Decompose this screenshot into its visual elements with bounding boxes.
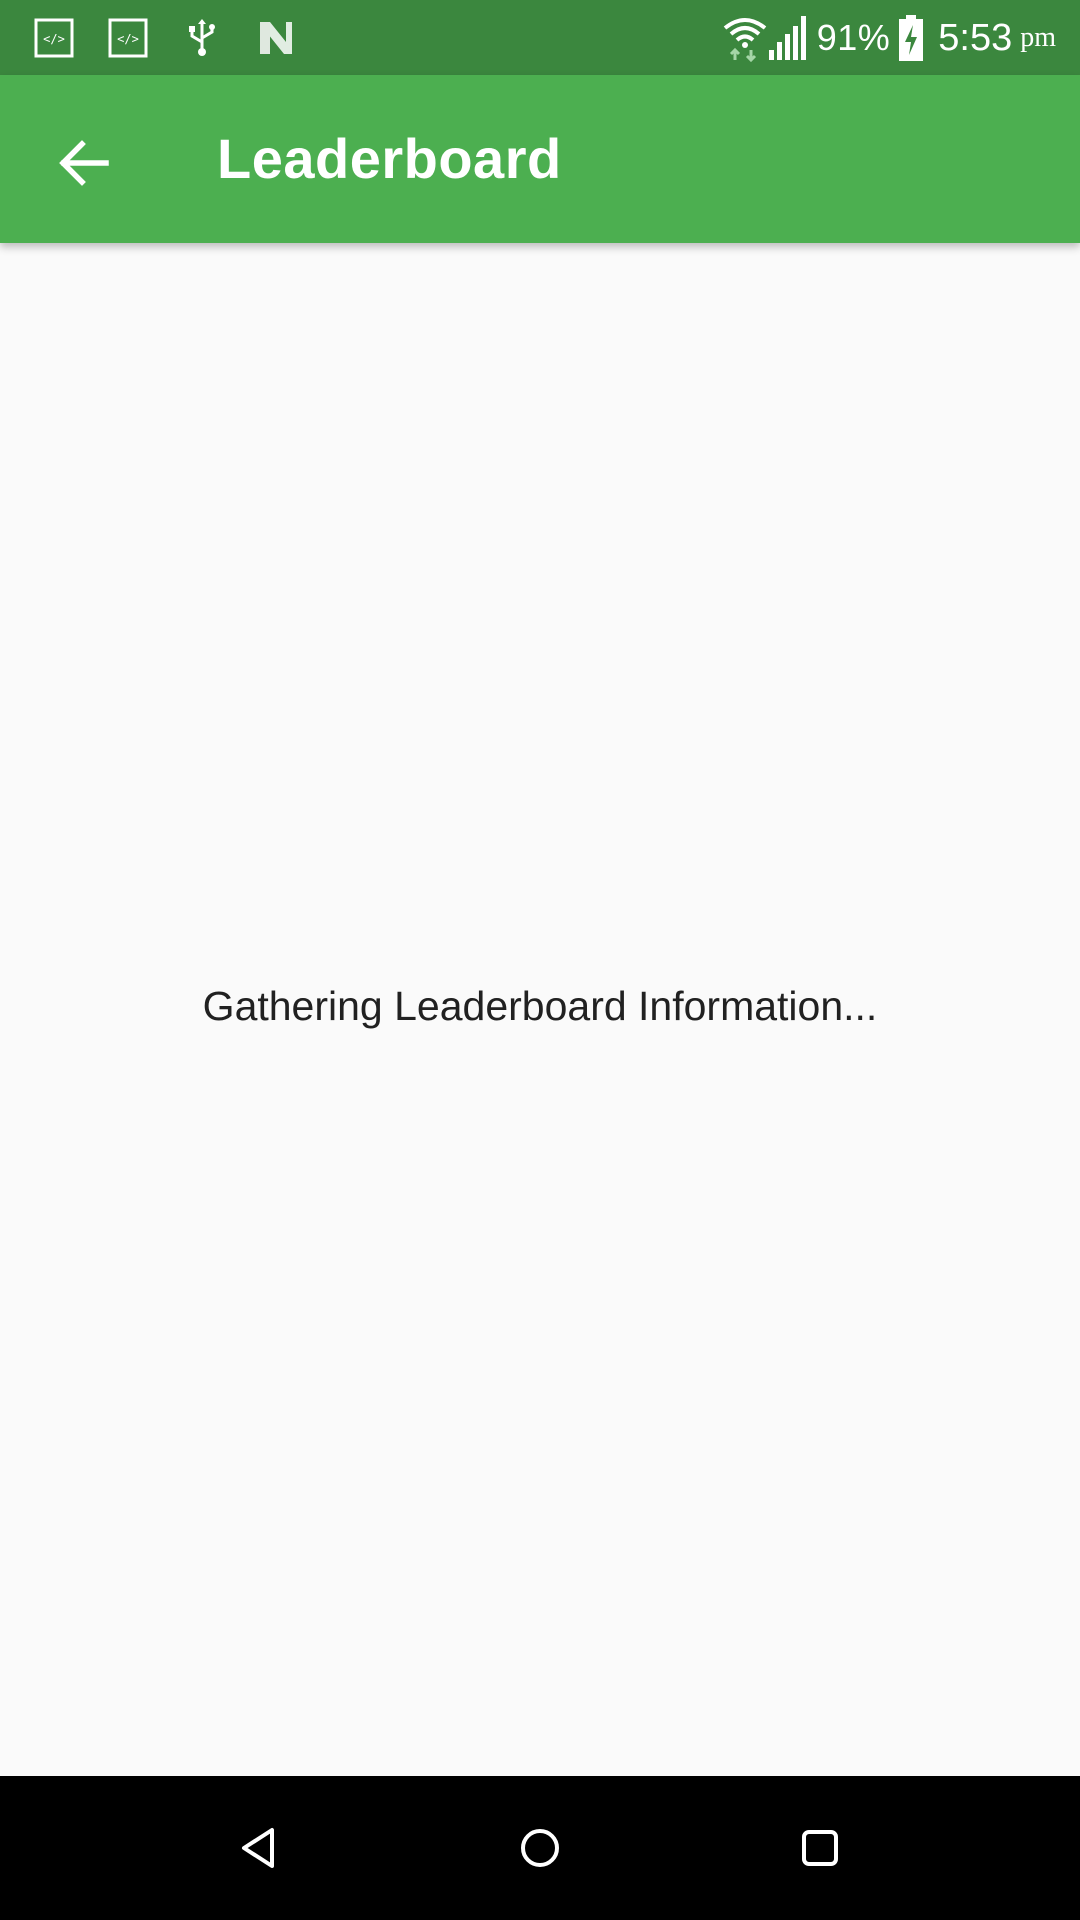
status-time: 5:53	[938, 16, 1013, 59]
status-bar: </> </> 91% 5:53 pm	[0, 0, 1080, 75]
nav-back-button[interactable]	[210, 1798, 310, 1898]
page-title: Leaderboard	[217, 127, 562, 190]
loading-message: Gathering Leaderboard Information...	[202, 983, 878, 1029]
app-bar: Leaderboard	[0, 75, 1080, 243]
navigation-bar	[0, 1776, 1080, 1920]
battery-charging-icon	[899, 15, 924, 61]
svg-text:</>: </>	[43, 32, 65, 46]
status-notification-icons: </> </>	[34, 14, 296, 62]
app-screen: </> </> 91% 5:53 pm Leaderboard Gatherin…	[0, 0, 1080, 1920]
wifi-icon	[723, 18, 766, 62]
nav-recents-icon	[802, 1830, 838, 1866]
n-notification-icon	[260, 22, 292, 54]
usb-icon	[189, 19, 215, 56]
nav-home-button[interactable]	[490, 1798, 590, 1898]
content-area: Gathering Leaderboard Information...	[0, 243, 1080, 1776]
nav-home-icon	[521, 1829, 559, 1867]
arrow-left-icon	[59, 140, 109, 186]
code-icon: </>	[34, 18, 74, 58]
signal-icon	[768, 16, 806, 60]
code-icon: </>	[108, 18, 148, 58]
nav-recents-button[interactable]	[770, 1798, 870, 1898]
nav-back-icon	[242, 1828, 274, 1868]
battery-percentage: 91%	[816, 17, 891, 58]
svg-text:</>: </>	[117, 32, 139, 46]
status-system-icons: 91% 5:53 pm	[723, 10, 1056, 66]
back-button[interactable]	[36, 115, 132, 211]
status-time-suffix: pm	[1020, 22, 1056, 53]
